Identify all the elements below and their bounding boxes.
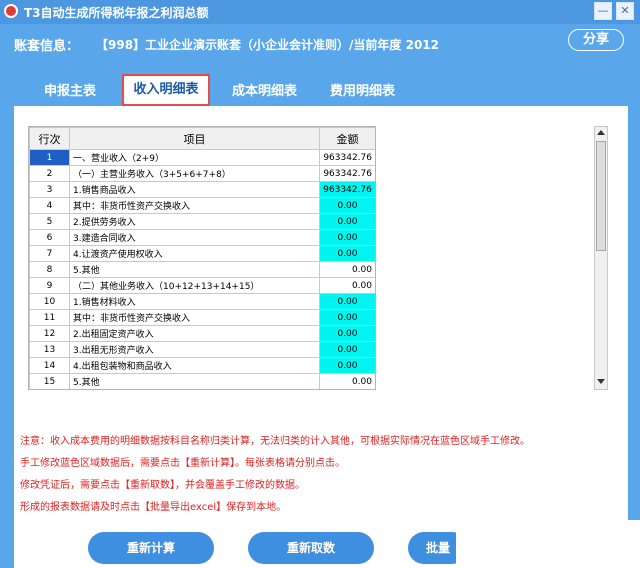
row-item-name: 其中：非货币性资产交换收入	[69, 197, 320, 214]
row-item-name: 3.建造合同收入	[69, 229, 320, 246]
income-table: 行次 项目 金额 1 一、营业收入（2+9） 963342.76 2 （一）主营业务收入…	[29, 127, 375, 389]
row-line-no: 7	[29, 245, 70, 262]
col-header-item: 项目	[69, 127, 320, 150]
note-text: 注意：收入成本费用的明细数据按科目名称归类计算，无法归类的计入其他，可根据实际情…	[20, 436, 530, 447]
table-row[interactable]: 12 2.出租固定资产收入 0.00	[29, 325, 375, 342]
table-row[interactable]: 14 4.出租包装物和商品收入 0.00	[29, 357, 375, 374]
amount-cell: 963342.76	[319, 165, 375, 182]
editable-amount-cell[interactable]: 0.00	[319, 229, 375, 246]
amount-cell: 0.00	[319, 277, 375, 294]
row-item-name: 2.出租固定资产收入	[69, 325, 320, 342]
app-window: T3自动生成所得税年报之利润总额 — ✕ 账套信息： 【998】工业企业演示账套…	[0, 0, 640, 568]
title-bar: T3自动生成所得税年报之利润总额 — ✕	[0, 0, 640, 24]
scroll-up-arrow-icon[interactable]	[597, 130, 605, 135]
amount-cell: 0.00	[319, 373, 375, 389]
share-button[interactable]: 分享	[568, 29, 624, 51]
row-line-no: 6	[29, 229, 70, 246]
table-row[interactable]: 1 一、营业收入（2+9） 963342.76	[29, 149, 375, 166]
row-line-no: 2	[29, 165, 70, 182]
table-row[interactable]: 11 其中：非货币性资产交换收入 0.00	[29, 309, 375, 326]
row-item-name: 1.销售商品收入	[69, 181, 320, 198]
recalculate-button[interactable]: 重新计算	[88, 532, 214, 564]
table-row[interactable]: 4 其中：非货币性资产交换收入 0.00	[29, 197, 375, 214]
row-item-name: 一、营业收入（2+9）	[69, 149, 320, 166]
editable-amount-cell[interactable]: 963342.76	[319, 181, 375, 198]
income-detail-grid: 行次 项目 金额 1 一、营业收入（2+9） 963342.76 2 （一）主营业务收入…	[28, 126, 376, 390]
table-row[interactable]: 8 5.其他 0.00	[29, 261, 375, 278]
close-button[interactable]: ✕	[616, 2, 634, 20]
tab-income-detail[interactable]: 收入明细表	[122, 74, 210, 106]
table-row[interactable]: 10 1.销售材料收入 0.00	[29, 293, 375, 310]
editable-amount-cell[interactable]: 0.00	[319, 325, 375, 342]
editable-amount-cell[interactable]: 0.00	[319, 309, 375, 326]
row-line-no: 13	[29, 341, 70, 358]
blank-overlay	[456, 520, 640, 568]
row-item-name: 5.其他	[69, 373, 320, 389]
editable-amount-cell[interactable]: 0.00	[319, 245, 375, 262]
amount-cell: 963342.76	[319, 149, 375, 166]
table-row[interactable]: 3 1.销售商品收入 963342.76	[29, 181, 375, 198]
table-body: 1 一、营业收入（2+9） 963342.76 2 （一）主营业务收入（3+5+6+7+…	[29, 149, 375, 389]
account-info: 【998】工业企业演示账套（小企业会计准则）/当前年度 2012	[96, 38, 440, 52]
app-logo-icon	[4, 4, 18, 18]
row-line-no: 11	[29, 309, 70, 326]
note-text: 形成的报表数据请及时点击【批量导出excel】保存到本地。	[20, 502, 287, 513]
row-line-no: 4	[29, 197, 70, 214]
editable-amount-cell[interactable]: 0.00	[319, 213, 375, 230]
tab-cost-detail[interactable]: 成本明细表	[232, 80, 297, 99]
col-header-line-no: 行次	[29, 127, 70, 150]
minimize-button[interactable]: —	[594, 2, 612, 20]
tab-declaration-main[interactable]: 申报主表	[44, 80, 96, 99]
row-item-name: 4.出租包装物和商品收入	[69, 357, 320, 374]
row-line-no: 12	[29, 325, 70, 342]
row-item-name: （二）其他业务收入（10+12+13+14+15）	[69, 277, 320, 294]
amount-cell: 0.00	[319, 261, 375, 278]
tab-expense-detail[interactable]: 费用明细表	[330, 80, 395, 99]
col-header-amount: 金额	[319, 127, 375, 150]
row-item-name: 1.销售材料收入	[69, 293, 320, 310]
row-item-name: 2.提供劳务收入	[69, 213, 320, 230]
table-row[interactable]: 9 （二）其他业务收入（10+12+13+14+15） 0.00	[29, 277, 375, 294]
table-row[interactable]: 15 5.其他 0.00	[29, 373, 375, 389]
table-row[interactable]: 6 3.建造合同收入 0.00	[29, 229, 375, 246]
row-item-name: 4.让渡资产使用权收入	[69, 245, 320, 262]
scroll-thumb[interactable]	[596, 141, 606, 251]
row-item-name: 5.其他	[69, 261, 320, 278]
editable-amount-cell[interactable]: 0.00	[319, 357, 375, 374]
note-text: 修改凭证后，需要点击【重新取数】，并会覆盖手工修改的数据。	[20, 480, 305, 491]
row-item-name: 3.出租无形资产收入	[69, 341, 320, 358]
scroll-down-arrow-icon[interactable]	[597, 379, 605, 384]
table-row[interactable]: 7 4.让渡资产使用权收入 0.00	[29, 245, 375, 262]
note-text: 手工修改蓝色区域数据后，需要点击【重新计算】。每张表格请分别点击。	[20, 458, 345, 469]
table-row[interactable]: 5 2.提供劳务收入 0.00	[29, 213, 375, 230]
refetch-data-button[interactable]: 重新取数	[248, 532, 374, 564]
row-line-no: 5	[29, 213, 70, 230]
table-row[interactable]: 13 3.出租无形资产收入 0.00	[29, 341, 375, 358]
editable-amount-cell[interactable]: 0.00	[319, 341, 375, 358]
row-item-name: 其中：非货币性资产交换收入	[69, 309, 320, 326]
row-line-no: 10	[29, 293, 70, 310]
row-line-no: 1	[29, 149, 70, 166]
row-item-name: （一）主营业务收入（3+5+6+7+8）	[69, 165, 320, 182]
row-line-no: 14	[29, 357, 70, 374]
account-label: 账套信息：	[14, 39, 80, 54]
table-row[interactable]: 2 （一）主营业务收入（3+5+6+7+8） 963342.76	[29, 165, 375, 182]
row-line-no: 3	[29, 181, 70, 198]
content-panel: 行次 项目 金额 1 一、营业收入（2+9） 963342.76 2 （一）主营业务收入…	[14, 106, 628, 568]
row-line-no: 15	[29, 373, 70, 389]
vertical-scrollbar[interactable]	[594, 126, 608, 390]
editable-amount-cell[interactable]: 0.00	[319, 197, 375, 214]
editable-amount-cell[interactable]: 0.00	[319, 293, 375, 310]
row-line-no: 8	[29, 261, 70, 278]
table-header-row: 行次 项目 金额	[29, 127, 375, 150]
window-title: T3自动生成所得税年报之利润总额	[24, 6, 209, 20]
row-line-no: 9	[29, 277, 70, 294]
